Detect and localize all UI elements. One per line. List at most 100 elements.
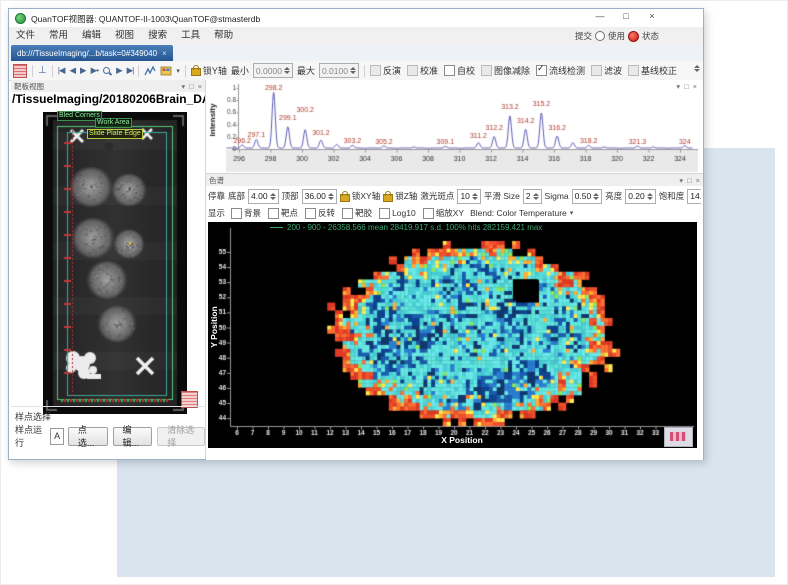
checkbox-0[interactable]: 反演 <box>370 64 401 77</box>
state-label[interactable]: 状态 <box>642 30 659 42</box>
checkbox-box[interactable] <box>268 208 279 219</box>
value-spinner[interactable] <box>472 193 478 200</box>
mass-spectrum-canvas[interactable] <box>206 80 703 173</box>
screenshot-page: QuanTOF视图器: QUANTOF-II-1003\QuanTOF@stma… <box>0 0 788 585</box>
menu-item-视图[interactable]: 视图 <box>108 27 141 45</box>
menu-item-常用[interactable]: 常用 <box>42 27 75 45</box>
checkbox-6[interactable]: 基线校正 <box>628 64 677 77</box>
dock-close-icon[interactable]: × <box>696 176 700 185</box>
checkbox-box[interactable] <box>305 208 316 219</box>
run-button-1[interactable]: 编辑... <box>113 427 153 446</box>
numeric-field[interactable]: 10 <box>457 189 480 204</box>
slide-image-view[interactable]: Bled Corners Work Area Slide Plate Edge <box>43 112 187 414</box>
checkbox-box[interactable] <box>591 65 602 76</box>
lock-axes-button[interactable]: 锁Z轴 <box>383 190 417 202</box>
numeric-field[interactable]: 2 <box>523 189 542 204</box>
checkbox-5[interactable]: 滤波 <box>591 64 622 77</box>
checkbox-2[interactable]: 反转 <box>305 207 335 219</box>
dock-float-icon[interactable]: □ <box>687 176 692 185</box>
checkbox-2[interactable]: 自校 <box>444 64 475 77</box>
max-value-field[interactable]: 0.0100 <box>319 63 359 78</box>
minimize-button[interactable]: — <box>593 11 607 21</box>
value-spinner[interactable] <box>647 193 653 200</box>
run-button-0[interactable]: 点选... <box>68 427 108 446</box>
dock-close-icon[interactable]: × <box>198 82 202 91</box>
toolbar-overflow-scroll[interactable] <box>694 65 700 72</box>
submit-label[interactable]: 提交 <box>575 30 592 42</box>
maximize-button[interactable]: □ <box>619 11 633 21</box>
run-group-select[interactable]: A <box>50 428 63 445</box>
dock-close-icon[interactable]: × <box>693 82 697 91</box>
numeric-field[interactable]: 0.50 <box>572 189 603 204</box>
go-last-icon[interactable]: ▶| <box>127 65 134 76</box>
dock-float-icon[interactable]: □ <box>684 82 689 91</box>
numeric-field[interactable]: 4.00 <box>248 189 279 204</box>
checkbox-1[interactable]: 靶点 <box>268 207 298 219</box>
dock-toggle-label[interactable]: 停靠 <box>208 190 225 202</box>
slide-scan-canvas[interactable] <box>43 112 187 414</box>
checkbox-4[interactable]: 流线检测 <box>536 64 585 77</box>
numeric-field[interactable]: 0.20 <box>625 189 656 204</box>
max-spinner[interactable] <box>350 67 356 74</box>
lock-y-axis-button[interactable]: 锁Y轴 <box>191 64 227 77</box>
dock-menu-icon[interactable]: ▾ <box>676 82 680 91</box>
checkbox-box[interactable] <box>481 65 492 76</box>
menu-item-编辑[interactable]: 编辑 <box>75 27 108 45</box>
max-value: 0.0100 <box>322 66 348 76</box>
flip-axis-icon[interactable]: ⊥ <box>38 65 47 76</box>
target-grid-icon[interactable] <box>13 64 27 78</box>
tab-tissue-imaging[interactable]: db:///TissueImaging/...b/task=0#349040 × <box>11 45 173 61</box>
checkbox-box[interactable] <box>444 65 455 76</box>
use-label[interactable]: 使用 <box>608 30 625 42</box>
min-value-field[interactable]: 0.0000 <box>253 63 293 78</box>
ion-image-canvas[interactable] <box>208 222 697 448</box>
chart-icon[interactable] <box>144 65 156 77</box>
ion-image-view[interactable]: 200 - 900 - 26358.566 mean 28419.917 s.d… <box>208 222 697 448</box>
numeric-field[interactable]: 36.00 <box>302 189 337 204</box>
checkbox-box[interactable] <box>231 208 242 219</box>
dock-menu-icon[interactable]: ▾ <box>679 176 683 185</box>
checkbox-5[interactable]: 缩放XY <box>423 207 464 219</box>
checkbox-label: 基线校正 <box>641 64 677 77</box>
dock-menu-icon[interactable]: ▾ <box>181 82 185 91</box>
dock-float-icon[interactable]: □ <box>189 82 194 91</box>
checkbox-4[interactable]: Log10 <box>379 207 416 219</box>
checkbox-box[interactable] <box>407 65 418 76</box>
menu-item-文件[interactable]: 文件 <box>9 27 42 45</box>
field-label: 饱和度 <box>659 190 685 202</box>
checkbox-box[interactable] <box>423 208 434 219</box>
close-button[interactable]: × <box>645 11 659 21</box>
menu-item-工具[interactable]: 工具 <box>174 27 207 45</box>
go-first-icon[interactable]: |◀ <box>58 65 65 76</box>
checkbox-1[interactable]: 校准 <box>407 64 438 77</box>
search-icon[interactable] <box>102 66 112 76</box>
checkbox-box[interactable] <box>536 65 547 76</box>
lock-y-label: 锁Y轴 <box>203 64 227 77</box>
checkbox-3[interactable]: 图像减除 <box>481 64 530 77</box>
play-selection-icon[interactable]: ▶• <box>91 65 99 76</box>
image-export-icon[interactable] <box>664 427 693 447</box>
palette-dropdown-icon[interactable]: ▾ <box>176 67 180 75</box>
tab-close-icon[interactable]: × <box>162 49 167 58</box>
play-icon[interactable]: ▶ <box>80 65 86 76</box>
checkbox-box[interactable] <box>342 208 353 219</box>
value-spinner[interactable] <box>328 193 334 200</box>
min-spinner[interactable] <box>284 67 290 74</box>
menu-item-帮助[interactable]: 帮助 <box>207 27 240 45</box>
checkbox-box[interactable] <box>370 65 381 76</box>
checkbox-3[interactable]: 靶胶 <box>342 207 372 219</box>
checkbox-box[interactable] <box>628 65 639 76</box>
menu-item-搜索[interactable]: 搜索 <box>141 27 174 45</box>
checkbox-box[interactable] <box>379 208 390 219</box>
palette-icon[interactable] <box>160 65 172 77</box>
step-forward-icon[interactable]: ▶ <box>116 65 122 76</box>
lock-icon <box>383 194 393 202</box>
value-spinner[interactable] <box>270 193 276 200</box>
lock-axes-button[interactable]: 锁XY轴 <box>340 190 380 202</box>
step-back-icon[interactable]: ◀ <box>69 65 75 76</box>
checkbox-0[interactable]: 背景 <box>231 207 261 219</box>
blend-dropdown[interactable]: Blend: Color Temperature ▾ <box>470 208 573 218</box>
value-spinner[interactable] <box>533 193 539 200</box>
value-spinner[interactable] <box>593 193 599 200</box>
numeric-field[interactable]: 14.50 <box>687 189 701 204</box>
